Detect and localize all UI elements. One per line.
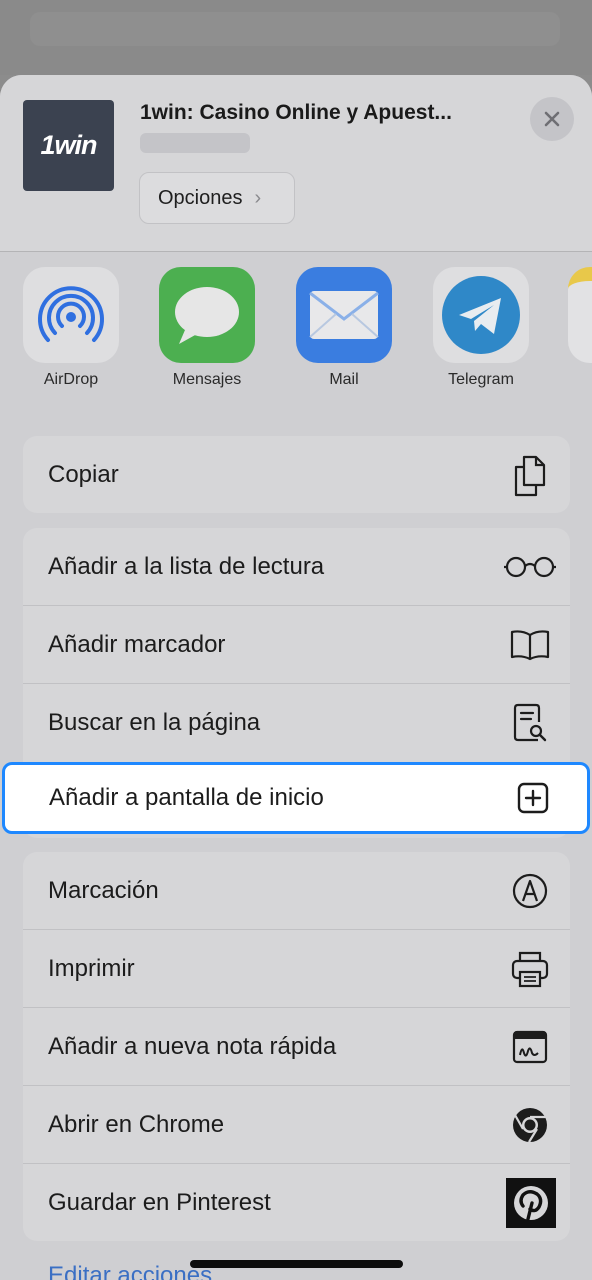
action-markup[interactable]: Marcación xyxy=(23,852,570,930)
action-label: Imprimir xyxy=(48,954,135,982)
action-label: Añadir a pantalla de inicio xyxy=(49,784,324,811)
action-copy[interactable]: Copiar xyxy=(23,436,570,513)
find-in-page-icon xyxy=(508,701,552,745)
chrome-icon xyxy=(508,1103,552,1147)
action-label: Guardar en Pinterest xyxy=(48,1188,271,1216)
action-print[interactable]: Imprimir xyxy=(23,930,570,1008)
action-group-more: Marcación Imprimir Añadir a nueva nota r… xyxy=(23,852,570,1241)
app-messages[interactable]: Mensajes xyxy=(147,267,267,389)
app-airdrop[interactable]: AirDrop xyxy=(11,267,131,389)
app-row: AirDrop Mensajes Mail Telegram xyxy=(0,267,592,397)
action-label: Marcación xyxy=(48,876,159,904)
action-label: Copiar xyxy=(48,460,119,488)
pinterest-icon xyxy=(506,1177,556,1228)
quick-note-icon xyxy=(508,1025,552,1069)
share-sheet-header: 1win 1win: Casino Online y Apuest... Opc… xyxy=(0,75,592,252)
close-icon xyxy=(544,111,560,127)
glasses-icon xyxy=(502,545,558,589)
markup-icon xyxy=(508,869,552,913)
copy-icon xyxy=(508,453,552,497)
app-label: AirDrop xyxy=(43,371,99,388)
action-open-chrome[interactable]: Abrir en Chrome xyxy=(23,1086,570,1164)
site-title: 1win: Casino Online y Apuest... xyxy=(140,101,452,124)
telegram-icon xyxy=(433,267,529,363)
notes-icon xyxy=(568,267,592,363)
chevron-right-icon: › xyxy=(254,186,262,209)
add-square-icon xyxy=(511,776,555,820)
app-label: Mail xyxy=(329,371,359,388)
site-url-placeholder xyxy=(140,133,250,153)
options-button[interactable]: Opciones › xyxy=(139,172,295,224)
action-label: Añadir marcador xyxy=(48,630,226,658)
browser-top-bar xyxy=(0,0,592,75)
close-button[interactable] xyxy=(530,97,574,141)
action-reading-list[interactable]: Añadir a la lista de lectura xyxy=(23,528,570,606)
app-label: Mensajes xyxy=(172,371,242,388)
options-label: Opciones xyxy=(158,186,243,209)
app-label: Telegram xyxy=(448,371,514,388)
action-quick-note[interactable]: Añadir a nueva nota rápida xyxy=(23,1008,570,1086)
home-indicator[interactable] xyxy=(190,1260,403,1268)
action-find-in-page[interactable]: Buscar en la página xyxy=(23,684,570,761)
action-pinterest[interactable]: Guardar en Pinterest xyxy=(23,1164,570,1241)
app-telegram[interactable]: Telegram xyxy=(421,267,541,389)
action-label: Añadir a la lista de lectura xyxy=(48,552,325,580)
printer-icon xyxy=(508,947,552,991)
action-group-copy: Copiar xyxy=(23,436,570,513)
share-sheet: 1win 1win: Casino Online y Apuest... Opc… xyxy=(0,75,592,1280)
action-add-to-home-screen[interactable]: Añadir a pantalla de inicio xyxy=(2,762,590,834)
messages-icon xyxy=(159,267,255,363)
app-mail[interactable]: Mail xyxy=(284,267,404,389)
airdrop-icon xyxy=(23,267,119,363)
mail-icon xyxy=(296,267,392,363)
site-logo: 1win xyxy=(40,130,97,160)
action-label: Añadir a nueva nota rápida xyxy=(48,1032,337,1060)
action-label: Abrir en Chrome xyxy=(48,1110,225,1138)
address-bar-ghost xyxy=(30,12,560,46)
site-thumbnail: 1win xyxy=(23,100,114,191)
book-icon xyxy=(508,623,552,667)
action-label: Buscar en la página xyxy=(48,708,261,736)
action-bookmark[interactable]: Añadir marcador xyxy=(23,606,570,684)
app-notes-partial[interactable] xyxy=(558,267,592,363)
